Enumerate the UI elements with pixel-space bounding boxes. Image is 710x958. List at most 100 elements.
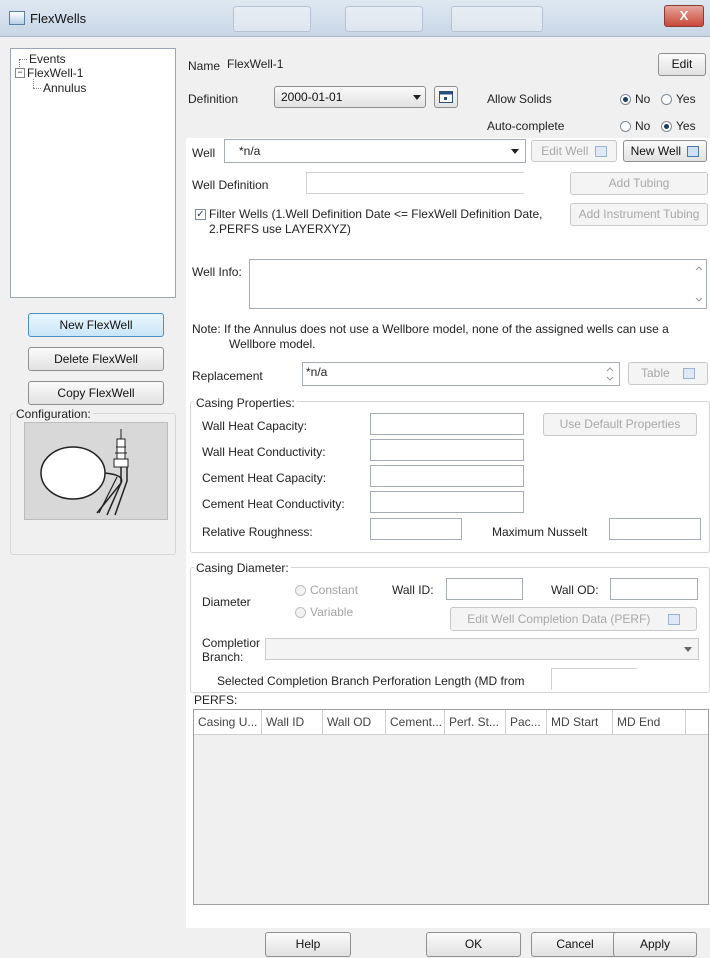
new-well-label: New Well xyxy=(630,144,682,158)
well-info-scrollbar[interactable] xyxy=(693,262,705,306)
perfs-col-header[interactable]: MD Start xyxy=(547,710,613,734)
diameter-constant-radio[interactable] xyxy=(295,585,306,596)
well-definition-field[interactable] xyxy=(306,172,524,194)
definition-label: Definition xyxy=(188,92,239,106)
edit-well-button[interactable]: Edit Well xyxy=(531,140,617,162)
wall-id-field[interactable] xyxy=(446,578,523,600)
selected-length-field[interactable] xyxy=(551,668,637,690)
maximum-nusselt-label: Maximum Nusselt xyxy=(492,525,588,539)
edit-name-button[interactable]: Edit xyxy=(658,53,706,76)
delete-flexwell-button[interactable]: Delete FlexWell xyxy=(28,347,164,371)
diameter-constant-label: Constant xyxy=(310,583,359,597)
perfs-col-header[interactable]: Wall ID xyxy=(262,710,323,734)
perfs-col-header[interactable]: MD End xyxy=(613,710,686,734)
wall-od-label: Wall OD: xyxy=(551,583,599,597)
definition-dropdown[interactable]: 2000-01-01 xyxy=(274,86,426,108)
ok-button[interactable]: OK xyxy=(426,932,521,957)
cement-heat-capacity-field[interactable] xyxy=(370,465,524,487)
allow-solids-label: Allow Solids xyxy=(487,92,552,106)
chevron-down-icon xyxy=(413,95,421,100)
close-button[interactable]: X xyxy=(664,5,704,27)
well-definition-label: Well Definition xyxy=(192,178,269,192)
calendar-icon xyxy=(439,91,453,103)
well-info-field[interactable] xyxy=(249,259,707,309)
table-icon xyxy=(687,146,700,158)
auto-complete-yes-label: Yes xyxy=(676,119,696,133)
add-tubing-button[interactable]: Add Tubing xyxy=(570,172,708,195)
tree-item-events[interactable]: Events xyxy=(29,52,66,66)
relative-roughness-field[interactable] xyxy=(370,518,462,540)
ribbon-button-faded-1 xyxy=(233,6,311,32)
perfs-col-header[interactable]: Cement... xyxy=(386,710,445,734)
maximum-nusselt-field[interactable] xyxy=(609,518,701,540)
wall-heat-conductivity-label: Wall Heat Conductivity: xyxy=(202,445,326,459)
perfs-grid[interactable]: Casing U... Wall ID Wall OD Cement... Pe… xyxy=(193,709,709,905)
perfs-col-header[interactable]: Pac... xyxy=(506,710,547,734)
flexwell-tree[interactable]: Events − FlexWell-1 Annulus xyxy=(10,48,176,298)
well-dropdown[interactable]: *n/a xyxy=(224,139,526,163)
diameter-variable-radio[interactable] xyxy=(295,607,306,618)
replacement-label: Replacement xyxy=(192,369,263,383)
cement-heat-conductivity-field[interactable] xyxy=(370,491,524,513)
tree-connector xyxy=(33,79,34,88)
relative-roughness-label: Relative Roughness: xyxy=(202,525,313,539)
calendar-button[interactable] xyxy=(434,86,458,108)
wall-heat-conductivity-field[interactable] xyxy=(370,439,524,461)
use-default-properties-button[interactable]: Use Default Properties xyxy=(543,413,697,436)
cement-heat-capacity-label: Cement Heat Capacity: xyxy=(202,471,327,485)
diameter-label: Diameter xyxy=(202,595,251,609)
collapse-icon[interactable]: − xyxy=(15,68,25,78)
replacement-spinner[interactable] xyxy=(604,365,616,383)
ribbon-button-faded-2 xyxy=(345,6,423,32)
perfs-col-header[interactable]: Perf. St... xyxy=(445,710,506,734)
auto-complete-no-radio[interactable] xyxy=(620,121,631,132)
casing-diameter-legend: Casing Diameter: xyxy=(194,561,291,575)
auto-complete-yes-radio[interactable] xyxy=(661,121,672,132)
table-label: Table xyxy=(640,366,670,380)
completion-branch-label-line2: Branch: xyxy=(202,650,244,664)
cancel-button[interactable]: Cancel xyxy=(531,932,619,957)
replacement-table-button[interactable]: Table xyxy=(628,362,708,385)
note-line1: Note: If the Annulus does not use a Well… xyxy=(192,322,669,336)
help-button[interactable]: Help xyxy=(265,932,351,957)
well-value: *n/a xyxy=(239,144,261,158)
add-instrument-tubing-button[interactable]: Add Instrument Tubing xyxy=(570,203,708,226)
window-title: FlexWells xyxy=(30,11,87,26)
completion-branch-dropdown[interactable] xyxy=(265,638,699,660)
chevron-down-icon xyxy=(684,647,692,652)
wall-heat-capacity-field[interactable] xyxy=(370,413,524,435)
perfs-col-header[interactable]: Wall OD xyxy=(323,710,386,734)
allow-solids-no-radio[interactable] xyxy=(620,94,631,105)
note-line2: Wellbore model. xyxy=(229,337,316,351)
wall-heat-capacity-label: Wall Heat Capacity: xyxy=(202,419,307,433)
allow-solids-yes-label: Yes xyxy=(676,92,696,106)
allow-solids-no-label: No xyxy=(635,92,651,106)
new-well-button[interactable]: New Well xyxy=(623,140,707,162)
definition-value: 2000-01-01 xyxy=(281,90,343,104)
copy-flexwell-button[interactable]: Copy FlexWell xyxy=(28,381,164,405)
replacement-field[interactable]: *n/a xyxy=(302,362,620,386)
apply-button[interactable]: Apply xyxy=(613,932,697,957)
filter-wells-checkbox[interactable]: ✓ xyxy=(195,209,206,220)
new-flexwell-button[interactable]: New FlexWell xyxy=(28,313,164,337)
selected-length-label: Selected Completion Branch Perforation L… xyxy=(217,674,525,688)
name-label: Name xyxy=(188,59,221,73)
edit-well-completion-button[interactable]: Edit Well Completion Data (PERF) xyxy=(450,607,697,631)
perfs-col-header[interactable]: Casing U... xyxy=(194,710,262,734)
filter-wells-text-line1: Filter Wells (1.Well Definition Date <= … xyxy=(209,207,543,221)
title-bar: FlexWells X xyxy=(0,0,710,37)
tree-item-flexwell-1[interactable]: FlexWell-1 xyxy=(27,66,83,80)
spinner-arrows-icon xyxy=(606,367,614,381)
tree-item-annulus[interactable]: Annulus xyxy=(43,81,86,95)
app-icon xyxy=(9,11,25,25)
tree-connector xyxy=(33,88,41,89)
wall-id-label: Wall ID: xyxy=(392,583,434,597)
auto-complete-label: Auto-complete xyxy=(487,119,565,133)
edit-well-label: Edit Well xyxy=(541,144,589,158)
filter-wells-text-line2: 2.PERFS use LAYERXYZ) xyxy=(209,222,351,236)
annulus-configuration-icon xyxy=(40,429,129,516)
allow-solids-yes-radio[interactable] xyxy=(661,94,672,105)
configuration-image xyxy=(24,422,168,520)
wall-od-field[interactable] xyxy=(610,578,698,600)
name-field[interactable]: FlexWell-1 xyxy=(224,54,648,75)
